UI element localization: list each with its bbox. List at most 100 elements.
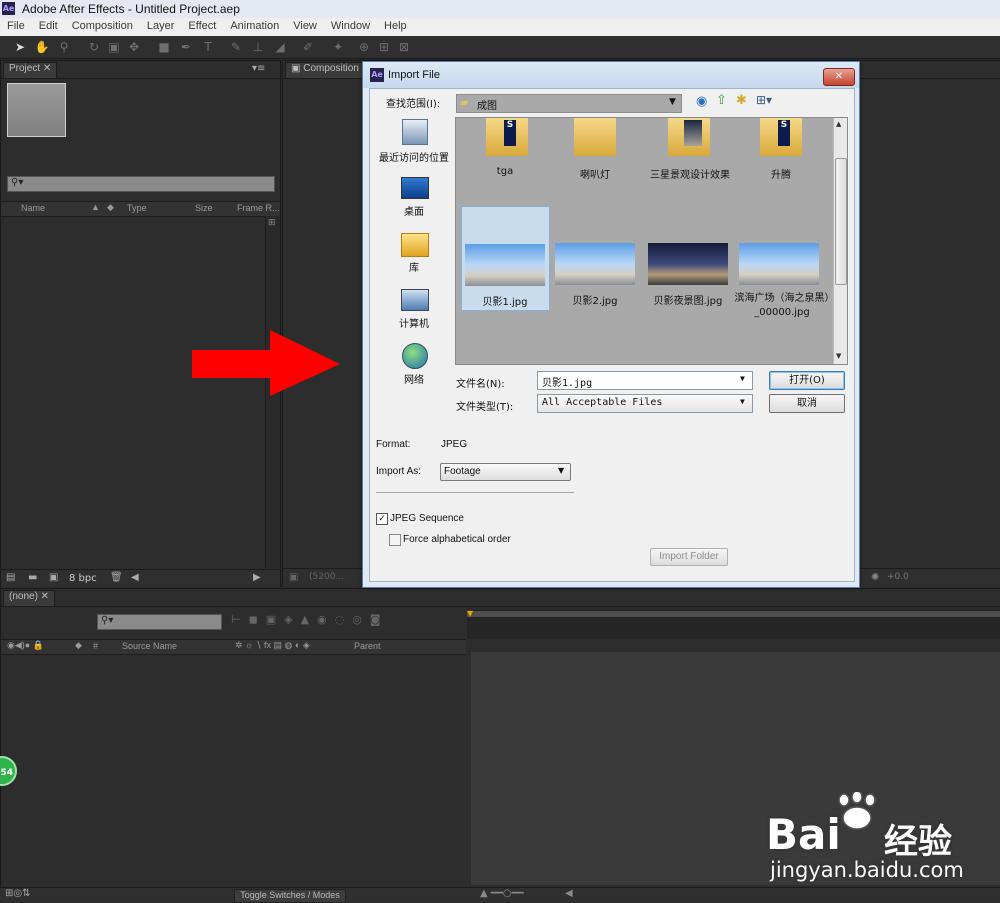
rotate-tool-icon[interactable]: ↻ (86, 39, 102, 55)
puppet-pin-tool-icon[interactable]: ✦ (330, 39, 346, 55)
menu-effect[interactable]: Effect (181, 18, 223, 36)
place-desktop[interactable]: 桌面 (374, 175, 454, 231)
file-item[interactable]: 贝影2.jpg (552, 206, 639, 309)
project-search-input[interactable]: ⚲▾ (7, 176, 275, 192)
column-parent[interactable]: Parent (354, 641, 381, 651)
place-computer[interactable]: 计算机 (374, 285, 454, 341)
new-folder-icon[interactable]: ▬ (28, 572, 37, 583)
flowchart-icon[interactable]: ⊞ (268, 218, 276, 228)
project-tab[interactable]: Project ✕ (3, 62, 58, 79)
camera-tool-icon[interactable]: ▣ (106, 39, 122, 55)
layer-switches-icons[interactable]: ✲ ☼ ∖ fx ▤ ◍ ◐ ◈ (235, 640, 310, 651)
open-button[interactable]: 打开(O) (769, 371, 845, 390)
magnification-dropdown[interactable]: (5200... (309, 572, 344, 582)
bpc-label[interactable]: 8 bpc (69, 573, 97, 584)
baidu-brand-jingyan: 经验 (884, 822, 952, 862)
jpeg-sequence-checkbox[interactable]: ✓ (376, 513, 388, 525)
chevron-down-icon: ▼ (669, 97, 676, 107)
zoom-slider[interactable]: ▲ ━━○━━ (480, 888, 524, 899)
file-name-field[interactable]: 贝影1.jpg ▼ (537, 371, 753, 390)
exposure-icon[interactable]: ✺ (871, 572, 879, 583)
place-recent[interactable]: 最近访问的位置 (374, 117, 454, 175)
zoom-tool-icon[interactable]: ⚲ (56, 39, 72, 55)
zoom-in-icon[interactable]: ◀ (565, 888, 573, 899)
local-axis-icon[interactable]: ⊕ (356, 39, 372, 55)
scroll-left-icon[interactable]: ◀ (131, 572, 139, 583)
force-alphabetical-checkbox[interactable] (389, 534, 401, 546)
menu-composition[interactable]: Composition (65, 18, 140, 36)
import-as-dropdown[interactable]: Footage ▼ (440, 463, 571, 481)
new-composition-icon[interactable]: ▣ (49, 572, 58, 583)
view-menu-icon[interactable]: ⊞▾ (756, 93, 772, 107)
roto-brush-tool-icon[interactable]: ✐ (300, 39, 316, 55)
time-ruler[interactable]: ▼ (467, 609, 1000, 639)
panel-menu-icon[interactable]: ▾≡ (252, 63, 265, 74)
menu-window[interactable]: Window (324, 18, 377, 36)
always-preview-icon[interactable]: ▣ (289, 572, 298, 583)
file-list[interactable]: S tga 喇叭灯 三星景观设计效果 S 升腾 贝影1.jpg 贝影2.jpg … (455, 117, 848, 365)
trash-icon[interactable]: 🗑 (110, 572, 123, 583)
look-in-dropdown[interactable]: ▰ 成图 ▼ (456, 94, 682, 113)
view-axis-icon[interactable]: ⊠ (396, 39, 412, 55)
folder-item[interactable]: 三星景观设计效果 (640, 118, 740, 182)
up-folder-icon[interactable]: ⇧ (716, 93, 727, 108)
exposure-value[interactable]: +0.0 (887, 572, 909, 582)
image-thumbnail (465, 244, 545, 286)
menu-help[interactable]: Help (377, 18, 414, 36)
label-icon[interactable]: ◆ (75, 640, 82, 651)
back-icon[interactable]: ◉ (696, 94, 707, 109)
scroll-down-icon[interactable]: ▼ (836, 352, 841, 360)
dialog-title-bar[interactable]: Ae Import File ✕ (363, 62, 859, 88)
cancel-button[interactable]: 取消 (769, 394, 845, 413)
place-network[interactable]: 网络 (374, 341, 454, 397)
hand-tool-icon[interactable]: ✋ (34, 39, 50, 55)
folder-item[interactable]: S 升腾 (736, 118, 826, 182)
menu-animation[interactable]: Animation (223, 18, 286, 36)
composition-tab[interactable]: ▣ Composition (285, 62, 365, 79)
interpret-footage-icon[interactable]: ▤ (6, 572, 15, 583)
column-name[interactable]: Name (21, 203, 45, 213)
clone-stamp-tool-icon[interactable]: ⊥ (250, 39, 266, 55)
timeline-switches-icons[interactable]: ⊢◼▣◈▲◉◌◎◙ (231, 613, 389, 626)
folder-item[interactable]: S tga (460, 118, 550, 182)
pan-behind-tool-icon[interactable]: ✥ (126, 39, 142, 55)
scroll-right-icon[interactable]: ▶ (253, 572, 261, 583)
timeline-tab[interactable]: (none) ✕ (3, 590, 56, 607)
import-folder-button[interactable]: Import Folder (650, 548, 728, 566)
new-folder-icon[interactable]: ✱ (736, 93, 747, 108)
file-item-selected[interactable]: 贝影1.jpg (461, 206, 550, 311)
work-area-bar[interactable] (467, 611, 1000, 617)
file-type-dropdown[interactable]: All Acceptable Files ▼ (537, 394, 753, 413)
folder-item[interactable]: 喇叭灯 (550, 118, 640, 182)
divider (1, 78, 280, 79)
world-axis-icon[interactable]: ⊞ (376, 39, 392, 55)
place-libraries[interactable]: 库 (374, 231, 454, 285)
menu-file[interactable]: File (0, 18, 32, 36)
current-time-indicator-icon[interactable]: ▼ (467, 609, 473, 618)
rectangle-tool-icon[interactable]: ■ (156, 39, 172, 55)
column-source-name[interactable]: Source Name (122, 641, 177, 651)
file-item[interactable]: 贝影夜景图.jpg (643, 206, 735, 309)
type-tool-icon[interactable]: T (200, 39, 216, 55)
menu-layer[interactable]: Layer (140, 18, 182, 36)
file-list-scrollbar[interactable]: ▲ ▼ (833, 118, 847, 364)
column-type[interactable]: Type (127, 203, 147, 213)
file-item[interactable]: 滨海广场（海之泉黑）_00000.jpg (734, 206, 832, 324)
av-switches-icons[interactable]: ◉◀)● 🔒 (7, 640, 44, 651)
baidu-brand: Bai (766, 810, 841, 859)
column-number[interactable]: # (93, 641, 98, 651)
menu-view[interactable]: View (286, 18, 324, 36)
column-size[interactable]: Size (195, 203, 213, 213)
scrollbar-thumb[interactable] (835, 158, 847, 285)
scroll-up-icon[interactable]: ▲ (836, 120, 841, 128)
selection-tool-icon[interactable]: ➤ (12, 39, 28, 55)
comp-flowchart-icon[interactable]: ⊞◎⇅ (5, 888, 30, 899)
timeline-search-input[interactable]: ⚲▾ (97, 614, 222, 630)
pen-tool-icon[interactable]: ✒ (178, 39, 194, 55)
menu-edit[interactable]: Edit (32, 18, 65, 36)
look-in-label: 查找范围(I): (386, 99, 441, 110)
column-frame-rate[interactable]: Frame R... (237, 203, 280, 213)
brush-tool-icon[interactable]: ✎ (228, 39, 244, 55)
eraser-tool-icon[interactable]: ◢ (272, 39, 288, 55)
close-icon[interactable]: ✕ (823, 68, 855, 86)
